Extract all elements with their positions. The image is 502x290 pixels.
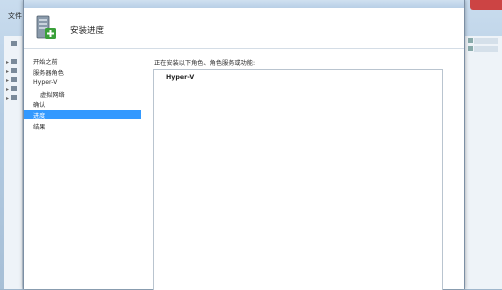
nav-step-label: 虚拟网络 [40, 92, 65, 99]
folder-icon [11, 68, 17, 73]
dialog-title-bar[interactable] [24, 0, 464, 8]
nav-step-hyper-v[interactable]: Hyper-V [24, 78, 141, 87]
page-title: 安装进度 [70, 26, 105, 36]
nav-step-label: 结果 [33, 124, 46, 131]
nav-step-label: 进度 [33, 113, 46, 120]
nav-step-confirmation[interactable]: 确认 [24, 99, 141, 109]
action-item[interactable] [474, 46, 498, 52]
installing-item-hyper-v: Hyper-V [166, 74, 195, 81]
folder-icon [11, 95, 17, 100]
menu-file-label: 文件 [8, 12, 22, 20]
wizard-content: 正在安装以下角色、角色服务或功能: Hyper-V [142, 49, 464, 290]
expand-icon[interactable]: ▸ [6, 86, 9, 93]
action-icon [468, 46, 473, 51]
installation-list[interactable]: Hyper-V [153, 69, 443, 290]
expand-icon[interactable]: ▸ [6, 59, 9, 66]
close-button[interactable] [470, 0, 502, 10]
folder-icon [11, 59, 17, 64]
nav-step-label: 开始之前 [33, 59, 58, 66]
action-item[interactable] [474, 38, 498, 44]
expand-icon[interactable]: ▸ [6, 95, 9, 102]
server-icon [11, 41, 17, 46]
expand-icon[interactable]: ▸ [6, 77, 9, 84]
wizard-step-nav: 开始之前 服务器角色 Hyper-V 虚拟网络 确认 进度 结果 [24, 49, 142, 289]
action-icon [468, 38, 473, 43]
actions-panel [464, 36, 502, 289]
nav-step-results[interactable]: 结果 [24, 121, 141, 131]
menu-file[interactable]: 文件 [0, 10, 24, 20]
nav-step-progress[interactable]: 进度 [24, 110, 141, 120]
nav-step-label: 确认 [33, 102, 46, 109]
add-roles-wizard-dialog: 安装进度 开始之前 服务器角色 Hyper-V 虚拟网络 确认 进度 结果 正在… [23, 0, 465, 290]
server-install-icon [36, 15, 56, 39]
tree-node[interactable]: ▸ [6, 76, 20, 84]
tree-node[interactable]: ▸ [6, 94, 20, 102]
folder-icon [11, 86, 17, 91]
expand-icon[interactable]: ▸ [6, 68, 9, 75]
tree-node[interactable]: ▸ [6, 85, 20, 93]
tree-node[interactable] [6, 40, 20, 47]
progress-description: 正在安装以下角色、角色服务或功能: [154, 60, 256, 67]
wizard-header: 安装进度 [24, 8, 464, 49]
tree-node[interactable]: ▸ [6, 58, 20, 66]
nav-step-label: 服务器角色 [33, 70, 64, 77]
nav-step-virtual-networks[interactable]: 虚拟网络 [24, 89, 141, 99]
nav-step-before-you-begin[interactable]: 开始之前 [24, 56, 141, 66]
nav-step-label: Hyper-V [33, 79, 58, 86]
tree-node[interactable]: ▸ [6, 67, 20, 75]
folder-icon [11, 77, 17, 82]
nav-step-server-roles[interactable]: 服务器角色 [24, 67, 141, 77]
